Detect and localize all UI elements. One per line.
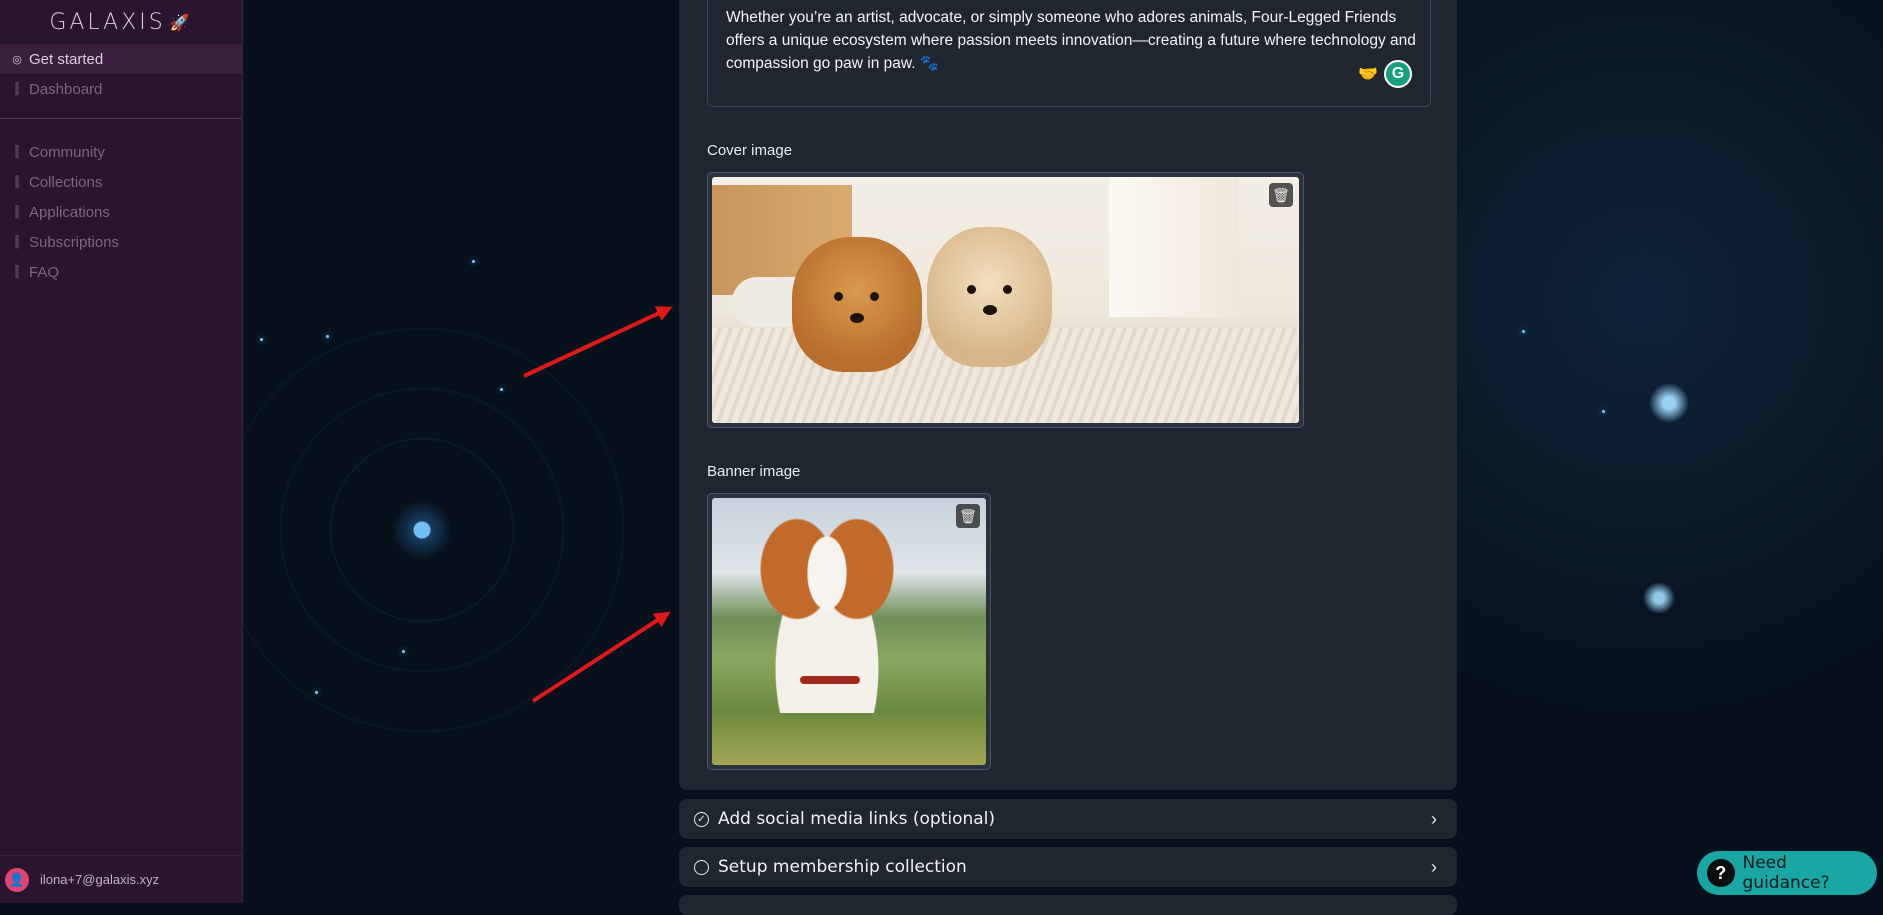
avatar: 👤 (5, 867, 29, 892)
delete-cover-icon[interactable]: 🗑 (1269, 183, 1293, 207)
description-textarea[interactable]: Whether you’re an artist, advocate, or s… (707, 0, 1431, 107)
cover-image: 🗑 (712, 177, 1299, 423)
accordion-social-links[interactable]: ✓ Add social media links (optional) › (679, 799, 1457, 839)
cover-image-frame[interactable]: 🗑 (707, 172, 1304, 428)
waveform-icon: ║ (13, 146, 21, 158)
sidebar-item-applications[interactable]: ║ Applications (0, 197, 242, 227)
logo-text: GALAXIS (49, 9, 166, 35)
accordion-label: Setup membership collection (718, 857, 967, 877)
accordion-label: Add social media links (optional) (718, 809, 996, 829)
sidebar-divider (0, 118, 242, 119)
waveform-icon: ║ (13, 176, 21, 188)
description-text: Whether you’re an artist, advocate, or s… (726, 9, 1416, 72)
sidebar-item-collections[interactable]: ║ Collections (0, 167, 242, 197)
accordion-membership-collection[interactable]: Setup membership collection › (679, 847, 1457, 887)
sidebar-item-label: Dashboard (29, 80, 103, 98)
question-icon: ? (1707, 859, 1735, 887)
banner-image-label: Banner image (707, 463, 801, 480)
need-guidance-button[interactable]: ? Need guidance? (1697, 851, 1877, 895)
user-bar[interactable]: 👤 ilona+7@galaxis.xyz (0, 855, 242, 903)
sidebar-item-faq[interactable]: ║ FAQ (0, 257, 242, 287)
need-guidance-label: Need guidance? (1742, 853, 1830, 893)
sidebar-item-label: Community (29, 143, 105, 161)
chevron-right-icon: › (1431, 856, 1437, 877)
sidebar-item-dashboard[interactable]: ║ Dashboard (0, 74, 242, 104)
delete-banner-icon[interactable]: 🗑 (956, 504, 980, 528)
handshake-icon: 🤝 (1358, 66, 1378, 83)
sidebar-item-label: Get started (29, 50, 104, 68)
grammarly-icon[interactable]: G (1384, 60, 1412, 88)
waveform-icon: ║ (13, 206, 21, 218)
check-circle-icon: ◎ (12, 53, 22, 66)
waveform-icon: ║ (13, 236, 21, 248)
astronaut-icon: 🚀 (169, 12, 193, 32)
sidebar-item-label: FAQ (29, 263, 60, 281)
banner-image: 🗑 (712, 498, 986, 765)
sidebar-item-subscriptions[interactable]: ║ Subscriptions (0, 227, 242, 257)
sidebar-item-label: Collections (29, 173, 103, 191)
sidebar-item-label: Applications (29, 203, 110, 221)
sidebar-item-get-started[interactable]: ◎ Get started (0, 44, 242, 74)
waveform-icon: ║ (13, 83, 21, 95)
galaxis-logo[interactable]: GALAXIS 🚀 (0, 0, 242, 44)
accordion-next[interactable] (679, 895, 1457, 915)
sidebar-item-community[interactable]: ║ Community (0, 137, 242, 167)
description-tools: 🤝 G (1358, 60, 1412, 88)
waveform-icon: ║ (13, 266, 21, 278)
sidebar-item-label: Subscriptions (29, 233, 120, 251)
banner-image-frame[interactable]: 🗑 (707, 493, 991, 770)
collection-details-panel: Whether you’re an artist, advocate, or s… (679, 0, 1457, 790)
chevron-right-icon: › (1431, 808, 1437, 829)
user-email: ilona+7@galaxis.xyz (40, 872, 160, 887)
cover-image-label: Cover image (707, 142, 793, 159)
empty-circle-icon (694, 859, 709, 875)
sidebar: GALAXIS 🚀 ◎ Get started ║ Dashboard ║ Co… (0, 0, 243, 903)
check-circle-icon: ✓ (694, 811, 709, 827)
